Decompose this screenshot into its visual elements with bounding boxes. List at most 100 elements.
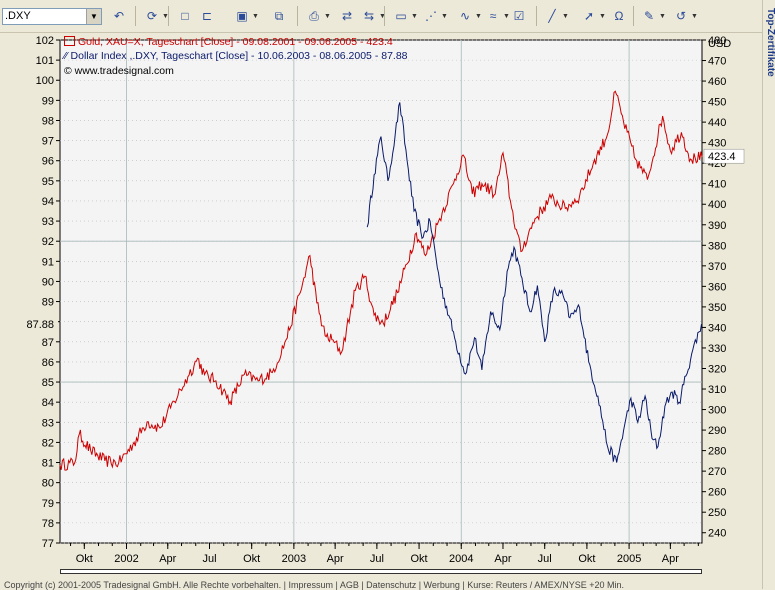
right-tick-label: 280	[708, 446, 726, 458]
right-tick-label: 460	[708, 76, 726, 88]
properties-icon[interactable]: ☑	[510, 8, 528, 25]
right-tick-label: 330	[708, 343, 726, 355]
right-tick-label: 440	[708, 117, 726, 129]
back-icon[interactable]: ↶	[110, 8, 128, 25]
undo-icon[interactable]: ↺	[672, 8, 690, 25]
right-tick-label: 470	[708, 56, 726, 68]
left-tick-label: 97	[42, 136, 54, 148]
dropdown-arrow-icon[interactable]: ▼	[475, 9, 482, 24]
dropdown-arrow-icon[interactable]: ▼	[441, 9, 448, 24]
toolbar: .DXY ▼ ↶ ⟳ ▼ □ ⊏ ▣ ▼ ⧉ ⎙ ▼ ⇄ ⇆ ▼ ▭ ▼ ⋰ ▼ ∿ ▼ ≈ ▼ ☑ ╱ ▼ ➚ ▼ Ω ✎ ▼ ↺ ▼	[0, 0, 775, 33]
chart-a-icon[interactable]: ⇄	[338, 8, 356, 25]
toolbar-separator	[135, 6, 136, 26]
dropdown-arrow-icon[interactable]: ▼	[659, 9, 666, 24]
left-tick-label: 93	[42, 216, 54, 228]
left-tick-label: 99	[42, 95, 54, 107]
dropdown-arrow-icon[interactable]: ▼	[691, 9, 698, 24]
x-tick-label: Apr	[327, 553, 344, 565]
indicator-icon[interactable]: ⋰	[422, 8, 440, 25]
right-tick-label: 290	[708, 425, 726, 437]
note-icon[interactable]: ✎	[640, 8, 658, 25]
line-tool-icon[interactable]: ╱	[543, 8, 561, 25]
copy-icon[interactable]: ⧉	[270, 8, 288, 25]
cursor-icon[interactable]: ➚	[580, 8, 598, 25]
x-tick-label: Okt	[410, 553, 427, 565]
right-tick-label: 390	[708, 220, 726, 232]
toolbar-separator	[536, 6, 537, 26]
right-axis-unit: USD	[708, 38, 731, 50]
right-tick-label: 410	[708, 179, 726, 191]
left-tick-label: 79	[42, 498, 54, 510]
price-chart[interactable]: 7778798081828384858687888990919293949596…	[0, 32, 762, 589]
left-tick-label: 91	[42, 256, 54, 268]
symbol-selector[interactable]: .DXY ▼	[2, 8, 102, 25]
x-tick-label: 2002	[114, 553, 138, 565]
x-tick-label: 2003	[282, 553, 306, 565]
left-tick-label: 92	[42, 236, 54, 248]
dropdown-arrow-icon[interactable]: ▼	[411, 9, 418, 24]
print-icon[interactable]: ⎙	[305, 8, 323, 25]
chart-b-icon[interactable]: ⇆	[360, 8, 378, 25]
left-tick-label: 89	[42, 297, 54, 309]
legend-source: © www.tradesignal.com	[64, 65, 174, 77]
toolbar-separator	[168, 6, 169, 26]
left-tick-label: 84	[42, 397, 54, 409]
refresh-icon[interactable]: ⟳	[143, 8, 161, 25]
right-tick-label: 250	[708, 507, 726, 519]
study-icon[interactable]: ∿	[456, 8, 474, 25]
legend-dxy: ⁄⁄ Dollar Index ,.DXY, Tageschart [Close]…	[64, 50, 408, 62]
dropdown-arrow-icon[interactable]: ▼	[503, 9, 510, 24]
x-tick-label: Okt	[76, 553, 93, 565]
toolbar-separator	[384, 6, 385, 26]
dropdown-arrow-icon[interactable]: ▼	[324, 9, 331, 24]
left-tick-label: 94	[42, 196, 54, 208]
toolbar-separator	[297, 6, 298, 26]
side-panel-tab[interactable]: Top-Zertifikate	[762, 0, 775, 589]
x-tick-label: Jul	[370, 553, 384, 565]
x-tick-label: Apr	[662, 553, 679, 565]
x-tick-label: 2004	[449, 553, 473, 565]
left-tick-label: 100	[36, 75, 54, 87]
legend-dxy-text: Dollar Index ,.DXY, Tageschart [Close] -…	[70, 50, 408, 62]
x-tick-label: Apr	[159, 553, 176, 565]
right-tick-label: 320	[708, 363, 726, 375]
save-icon[interactable]: ▣	[233, 8, 251, 25]
left-tick-label: 90	[42, 276, 54, 288]
right-tick-label: 300	[708, 405, 726, 417]
right-tick-label: 430	[708, 138, 726, 150]
left-tick-label: 81	[42, 458, 54, 470]
x-tick-label: 2005	[617, 553, 641, 565]
left-tick-label: 96	[42, 156, 54, 168]
window-icon[interactable]: ▭	[392, 8, 410, 25]
right-tick-label: 380	[708, 240, 726, 252]
chart-window[interactable]: 7778798081828384858687888990919293949596…	[0, 32, 762, 589]
right-tick-label: 240	[708, 528, 726, 540]
open-icon[interactable]: ⊏	[198, 8, 216, 25]
dropdown-arrow-icon[interactable]: ▼	[252, 9, 259, 24]
horizontal-scrollbar[interactable]	[60, 569, 702, 574]
dropdown-arrow-icon[interactable]: ▼	[599, 9, 606, 24]
x-tick-label: Jul	[538, 553, 552, 565]
toolbar-separator	[633, 6, 634, 26]
left-tick-label: 85	[42, 377, 54, 389]
left-tick-label: 80	[42, 478, 54, 490]
dxy-legend-icon: ⁄⁄	[64, 50, 68, 62]
right-tick-label: 270	[708, 466, 726, 478]
side-panel-label: Top-Zertifikate	[765, 8, 775, 77]
left-tick-label: 83	[42, 417, 54, 429]
right-tick-label: 340	[708, 322, 726, 334]
legend-gold: Gold, XAU=X, Tageschart [Close] - 09.08.…	[64, 36, 393, 48]
right-tick-label: 400	[708, 199, 726, 211]
magnet-icon[interactable]: Ω	[610, 8, 628, 25]
x-tick-label: Okt	[243, 553, 260, 565]
right-tick-label: 370	[708, 261, 726, 273]
right-tick-label: 450	[708, 97, 726, 109]
drawing-icon[interactable]: ≈	[484, 8, 502, 25]
right-tick-label: 360	[708, 281, 726, 293]
new-icon[interactable]: □	[176, 8, 194, 25]
last-value-left: 87.88	[26, 319, 54, 331]
dropdown-arrow-icon[interactable]: ▼	[562, 9, 569, 24]
chevron-down-icon[interactable]: ▼	[86, 9, 101, 24]
x-tick-label: Okt	[578, 553, 595, 565]
right-tick-label: 310	[708, 384, 726, 396]
